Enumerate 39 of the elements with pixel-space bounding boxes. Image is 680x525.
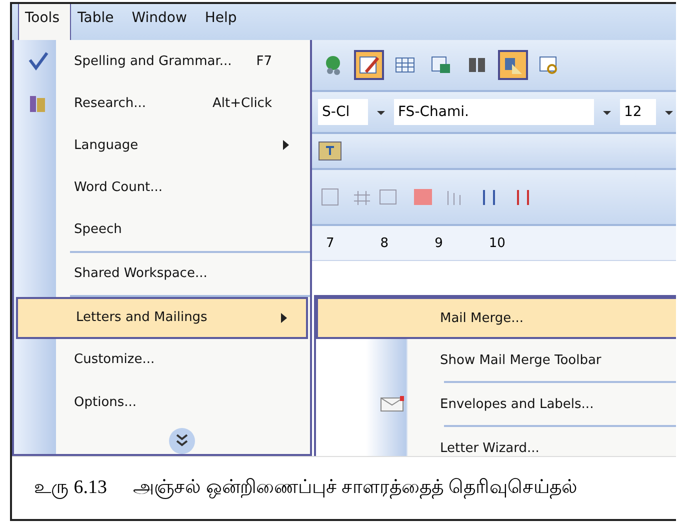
menu-title[interactable]: Window: [124, 4, 198, 40]
picture-icon[interactable]: [318, 141, 342, 161]
ruler-number: 9: [434, 236, 443, 250]
menu-item[interactable]: Customize...: [14, 338, 310, 382]
figure-caption: அஞ்சல் ஒன்றிணைப்புச் சாளரத்தைத் தெரிவுசெய்தல்: [133, 476, 578, 500]
submenu-arrow-icon: [282, 139, 290, 152]
ruler-number: 10: [488, 236, 506, 250]
menu-title[interactable]: Table: [70, 4, 125, 40]
ruler-number: 8: [380, 236, 389, 250]
menu-item[interactable]: Research... Alt+Click: [14, 82, 310, 124]
menu-item[interactable]: Letters and Mailings: [16, 296, 308, 339]
toolbar-button[interactable]: [498, 50, 528, 80]
menu-item[interactable]: Options...: [14, 381, 310, 424]
ruler-number: 7: [326, 236, 334, 250]
submenu-arrow-icon: [280, 312, 288, 324]
pencil-icon: [358, 54, 380, 76]
menu-title[interactable]: Tools: [18, 4, 70, 40]
menu-item[interactable]: Envelopes and Labels...: [316, 383, 676, 425]
figure-number: உரு 6.13: [34, 476, 107, 500]
spreadsheet-icon: [430, 54, 452, 76]
style-field[interactable]: S-Cl: [318, 99, 368, 125]
menu-item[interactable]: Language: [14, 124, 310, 166]
menu-item[interactable]: Show Mail Merge Toolbar: [316, 339, 676, 381]
spelling-check-icon: [27, 50, 49, 72]
expand-chevron-icon[interactable]: [168, 427, 196, 454]
menu-item[interactable]: Spelling and Grammar... F7: [14, 40, 310, 82]
zoom-icon: [538, 54, 560, 76]
menu-item[interactable]: Mail Merge...: [316, 297, 676, 339]
menu-item[interactable]: Word Count...: [14, 166, 310, 209]
envelope-icon: [380, 395, 406, 413]
toolbar-button[interactable]: [354, 50, 384, 80]
menu-item[interactable]: Shared Workspace...: [14, 252, 310, 295]
font-size-field[interactable]: 12: [620, 99, 656, 125]
menu-item[interactable]: Letter Wizard...: [316, 427, 676, 456]
shortcut-text: Alt+Click: [212, 96, 272, 111]
menu-item[interactable]: Speech: [14, 208, 310, 251]
shortcut-text: F7: [256, 54, 272, 69]
font-field[interactable]: FS-Chami.: [394, 99, 594, 125]
menu-title[interactable]: Help: [198, 4, 248, 40]
